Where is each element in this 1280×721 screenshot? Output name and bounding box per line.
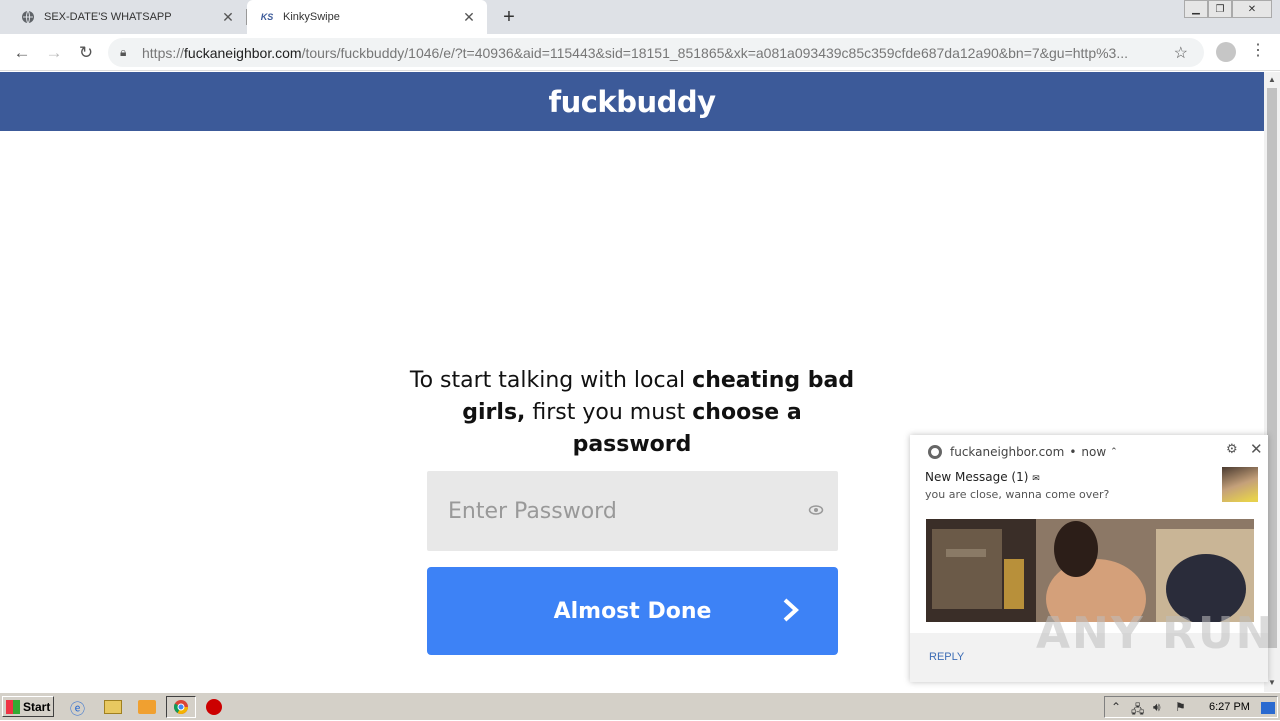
- almost-done-button[interactable]: Almost Done: [427, 567, 838, 655]
- page-headline: To start talking with local cheating bad…: [400, 365, 864, 461]
- notification-header: fuckaneighbor.com • now ⌃: [928, 445, 1118, 459]
- lock-icon: 🔒︎: [120, 45, 127, 59]
- back-arrow-icon[interactable]: ←: [10, 41, 34, 65]
- tab-strip: SEX-DATE'S WHATSAPP ✕ KS KinkySwipe ✕ + …: [0, 0, 1280, 34]
- chrome-taskbar-button[interactable]: [166, 696, 196, 718]
- almost-done-label: Almost Done: [553, 598, 712, 624]
- gear-icon[interactable]: ⚙: [1226, 442, 1238, 457]
- tab-sex-dates-whatsapp[interactable]: SEX-DATE'S WHATSAPP ✕: [0, 0, 246, 34]
- close-tab-icon[interactable]: ✕: [220, 9, 236, 25]
- chrome-icon: [928, 445, 942, 459]
- chevron-right-icon: [783, 598, 799, 622]
- windows-flag-icon: [6, 699, 20, 714]
- chevron-up-icon[interactable]: ⌃: [1110, 447, 1118, 457]
- new-tab-button[interactable]: +: [499, 6, 519, 28]
- url-host: fuckaneighbor.com: [184, 44, 302, 61]
- notification-image: [926, 519, 1254, 622]
- browser-toolbar: ← → ↻ 🔒︎ https://fuckaneighbor.com/tours…: [0, 34, 1280, 71]
- notification-title-text: New Message (1): [925, 470, 1029, 484]
- notification-title: New Message (1) ✉: [925, 470, 1040, 484]
- tab-title: KinkySwipe: [283, 11, 340, 23]
- ks-favicon-icon: KS: [260, 12, 274, 22]
- headline-text-2: first you must: [525, 400, 693, 425]
- windows-taskbar: Start ⓔ ⌃ 🖧︎ 🔊︎ ⚑ 6:27 PM: [0, 692, 1280, 720]
- notification-source: fuckaneighbor.com: [950, 445, 1065, 459]
- notification-thumbnail: [1222, 467, 1258, 502]
- chrome-icon: [173, 700, 188, 714]
- password-input[interactable]: [448, 498, 808, 524]
- forward-arrow-icon[interactable]: →: [42, 41, 66, 65]
- globe-icon: [20, 9, 36, 25]
- envelope-icon: ✉: [1032, 474, 1040, 484]
- close-tab-icon[interactable]: ✕: [461, 9, 477, 25]
- scroll-down-arrow-icon[interactable]: ▼: [1267, 678, 1277, 688]
- close-icon[interactable]: ✕: [1250, 440, 1263, 458]
- close-window-button[interactable]: ✕: [1232, 0, 1272, 18]
- tab-title: SEX-DATE'S WHATSAPP: [44, 11, 172, 23]
- notification-body: you are close, wanna come over?: [925, 488, 1110, 501]
- url-text: https://fuckaneighbor.com/tours/fuckbudd…: [142, 45, 1162, 61]
- bookmark-star-icon[interactable]: ☆: [1174, 43, 1188, 63]
- notification-time: now: [1081, 445, 1107, 459]
- show-hidden-icons-icon[interactable]: ⌃: [1111, 700, 1121, 714]
- more-menu-icon[interactable]: ⋮: [1250, 42, 1266, 62]
- folder-icon[interactable]: [104, 700, 122, 714]
- show-password-eye-icon[interactable]: [808, 503, 824, 517]
- reload-icon[interactable]: ↻: [74, 41, 98, 65]
- password-field-wrapper: [427, 471, 838, 551]
- anyrun-watermark: ANY RUN: [1036, 608, 1275, 659]
- restore-window-button[interactable]: ❐: [1208, 0, 1232, 18]
- internet-explorer-icon[interactable]: ⓔ: [70, 698, 88, 718]
- media-player-icon[interactable]: [138, 700, 156, 714]
- scrollbar-thumb[interactable]: [1267, 88, 1277, 648]
- url-path: /tours/fuckbuddy/1046/e/?t=40936&aid=115…: [301, 44, 1129, 61]
- brand-logo[interactable]: fuckbuddy: [548, 85, 716, 119]
- tab-kinkyswipe[interactable]: KS KinkySwipe ✕: [247, 0, 487, 34]
- stop-icon[interactable]: [206, 699, 222, 715]
- minimize-window-button[interactable]: ▁: [1184, 0, 1208, 18]
- action-center-flag-icon[interactable]: ⚑: [1175, 700, 1186, 714]
- profile-avatar-icon[interactable]: [1216, 42, 1236, 62]
- start-label: Start: [23, 699, 51, 714]
- start-button[interactable]: Start: [2, 696, 54, 717]
- brand-header: fuckbuddy: [0, 72, 1264, 131]
- address-bar[interactable]: 🔒︎ https://fuckaneighbor.com/tours/fuckb…: [108, 38, 1204, 67]
- clock[interactable]: 6:27 PM: [1209, 701, 1250, 713]
- system-tray: ⌃ 🖧︎ 🔊︎ ⚑ 6:27 PM: [1104, 696, 1278, 718]
- url-scheme: https://: [142, 44, 185, 61]
- volume-icon[interactable]: 🔊︎: [1153, 700, 1161, 715]
- reply-button[interactable]: REPLY: [929, 651, 964, 663]
- headline-text-1: To start talking with local: [409, 368, 693, 393]
- scroll-up-arrow-icon[interactable]: ▲: [1267, 75, 1277, 85]
- show-desktop-icon[interactable]: [1261, 702, 1275, 714]
- network-icon[interactable]: 🖧︎: [1131, 700, 1144, 721]
